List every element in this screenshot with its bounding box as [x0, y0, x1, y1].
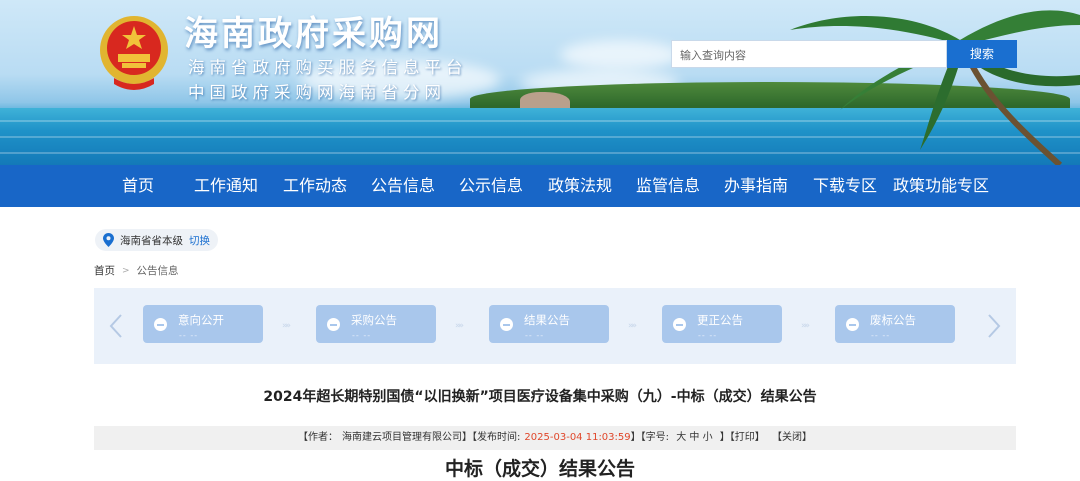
main-nav: 首页 工作通知 工作动态 公告信息 公示信息 政策法规 监管信息 办事指南 下载… [0, 165, 1080, 207]
nav-item-guide[interactable]: 办事指南 [724, 165, 788, 207]
step-result-notice[interactable]: 结果公告 -- -- [489, 305, 609, 343]
palm-tree-decoration [790, 10, 1080, 165]
flow-chevron: »» [801, 321, 810, 331]
nav-item-public-notices[interactable]: 公示信息 [459, 165, 523, 207]
search-button[interactable]: 搜索 [947, 40, 1017, 68]
flow-chevron: »» [455, 321, 464, 331]
search-input[interactable]: 输入查询内容 [671, 40, 947, 68]
step-correction-notice[interactable]: 更正公告 -- -- [662, 305, 782, 343]
step-procurement-notice[interactable]: 采购公告 -- -- [316, 305, 436, 343]
region-switch-link[interactable]: 切换 [189, 233, 210, 248]
font-size-small[interactable]: 小 [703, 432, 713, 443]
header-banner: 海南政府采购网 海南省政府购买服务信息平台 中国政府采购网海南省分网 输入查询内… [0, 0, 1080, 165]
nav-item-policies[interactable]: 政策法规 [548, 165, 612, 207]
breadcrumb-home[interactable]: 首页 [94, 263, 115, 278]
meta-publish-date: 2025-03-04 11:03:59 [524, 432, 631, 443]
flow-chevron: »» [282, 321, 291, 331]
step-cancellation-notice[interactable]: 废标公告 -- -- [835, 305, 955, 343]
result-heading: 中标（成交）结果公告 [444, 458, 635, 480]
step-label: 废标公告 [870, 313, 916, 327]
close-link[interactable]: 【关闭】 [772, 432, 812, 443]
step-intent-disclosure[interactable]: 意向公开 -- -- [143, 305, 263, 343]
site-subtitle-2: 中国政府采购网海南省分网 [188, 83, 446, 102]
step-sub: -- -- [871, 331, 891, 340]
breadcrumb-current: 公告信息 [136, 265, 179, 277]
minus-circle-icon [500, 318, 513, 331]
step-label: 意向公开 [178, 313, 224, 327]
meta-author-label: 【作者： [298, 432, 339, 443]
step-label: 采购公告 [351, 313, 397, 327]
step-sub: -- -- [698, 331, 718, 340]
nav-item-policy-functions[interactable]: 政策功能专区 [893, 165, 989, 207]
breadcrumb: 首页 > 公告信息 [94, 263, 179, 278]
process-flow: 意向公开 -- -- »» 采购公告 -- -- »» 结果公告 -- -- »… [94, 288, 1016, 364]
nav-item-announcements[interactable]: 公告信息 [371, 165, 435, 207]
font-size-large[interactable]: 大 [676, 432, 686, 443]
minus-circle-icon [154, 318, 167, 331]
cloud [560, 40, 680, 70]
emblem-icon [100, 16, 168, 90]
meta-font-label: 】【字号: [630, 432, 670, 443]
location-pin-icon [103, 233, 114, 247]
breadcrumb-separator: > [122, 265, 130, 276]
region-selector[interactable]: 海南省省本级 切换 [95, 229, 218, 251]
font-size-medium[interactable]: 中 [689, 432, 699, 443]
nav-item-work-news[interactable]: 工作动态 [283, 165, 347, 207]
step-sub: -- -- [525, 331, 545, 340]
nav-item-supervision[interactable]: 监管信息 [636, 165, 700, 207]
site-subtitle-1: 海南省政府购买服务信息平台 [188, 58, 468, 77]
nav-item-home[interactable]: 首页 [122, 165, 154, 207]
meta-date-label: 】【发布时间: [462, 432, 521, 443]
flow-chevron: »» [628, 321, 637, 331]
minus-circle-icon [673, 318, 686, 331]
chevron-right-icon[interactable] [982, 312, 1006, 340]
step-label: 结果公告 [524, 313, 570, 327]
article-meta: 【作者： 海南建云项目管理有限公司】【发布时间: 2025-03-04 11:03:… [94, 426, 1016, 450]
nav-item-work-notice[interactable]: 工作通知 [194, 165, 258, 207]
step-sub: -- -- [179, 331, 199, 340]
chevron-left-icon[interactable] [104, 312, 128, 340]
print-link[interactable]: 】【打印】 [720, 432, 765, 443]
site-title: 海南政府采购网 [184, 14, 443, 54]
meta-author: 海南建云项目管理有限公司 [342, 432, 463, 443]
step-sub: -- -- [352, 331, 372, 340]
minus-circle-icon [846, 318, 859, 331]
article-title: 2024年超长期特别国债“以旧换新”项目医疗设备集中采购（九）-中标（成交）结果… [263, 389, 817, 405]
minus-circle-icon [327, 318, 340, 331]
nav-item-downloads[interactable]: 下载专区 [813, 165, 877, 207]
step-label: 更正公告 [697, 313, 743, 327]
region-name: 海南省省本级 [120, 234, 183, 247]
